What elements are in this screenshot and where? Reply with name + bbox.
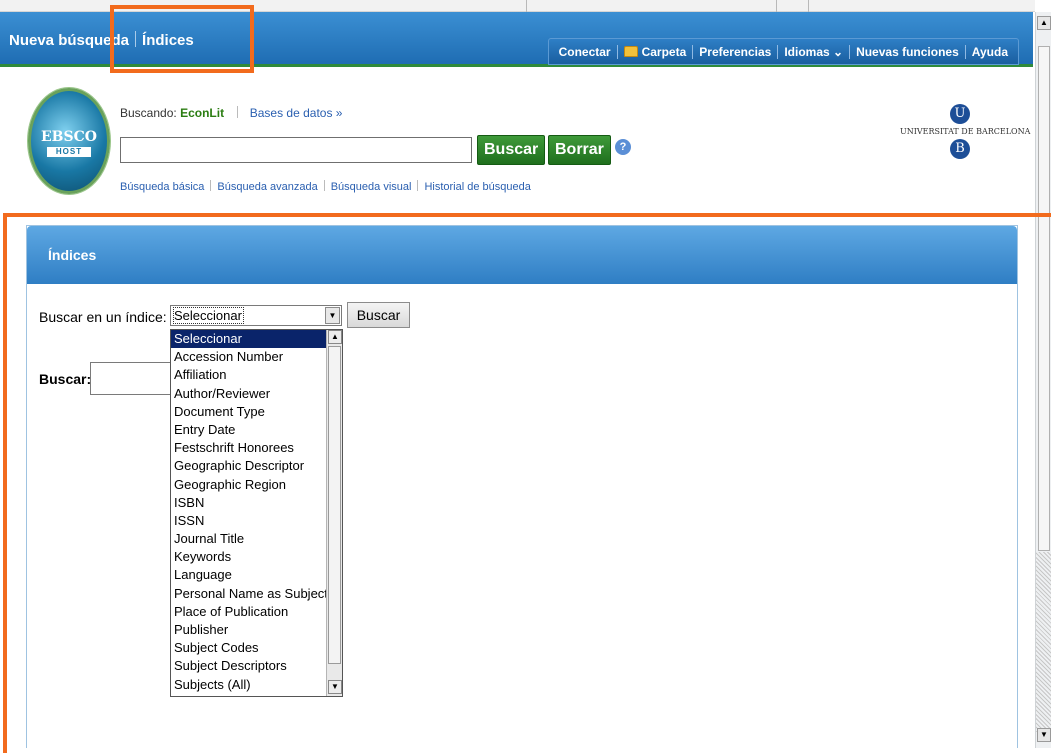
university-letter-top: U [950,104,970,124]
search-history-link[interactable]: Historial de búsqueda [424,181,530,193]
university-name: UNIVERSITAT DE BARCELONA [900,127,1031,136]
scroll-up-icon[interactable]: ▲ [1037,16,1051,30]
toolbar-languages[interactable]: Idiomas ⌄ [778,45,849,59]
searching-label: Buscando: [120,106,177,120]
logo-text-bottom: HOST [47,147,91,157]
highlight-box-panel [3,213,1051,753]
toolbar-folder-label: Carpeta [641,44,687,59]
database-name: EconLit [180,106,225,120]
basic-search-link[interactable]: Búsqueda básica [120,181,204,193]
folder-icon [623,46,638,57]
toolbar-help[interactable]: Ayuda [966,45,1014,59]
highlight-box-indices [110,5,254,73]
toolbar-connect[interactable]: Conectar [553,45,617,59]
help-icon[interactable]: ? [615,139,631,155]
toolbar-folder[interactable]: Carpeta [618,45,693,59]
university-logo: U UNIVERSITAT DE BARCELONA B [900,104,1031,159]
university-letter-bottom: B [950,139,970,159]
advanced-search-link[interactable]: Búsqueda avanzada [217,181,317,193]
main-search-input[interactable] [120,137,472,163]
searching-line: Buscando: EconLit Bases de datos » [120,106,342,120]
visual-search-link[interactable]: Búsqueda visual [331,181,412,193]
ebsco-host-logo[interactable]: EBSCO HOST [28,88,110,194]
search-mode-links: Búsqueda básica Búsqueda avanzada Búsqueda… [120,180,531,193]
toolbar-preferences[interactable]: Preferencias [693,45,777,59]
search-button[interactable]: Buscar [477,135,546,165]
databases-link[interactable]: Bases de datos » [250,106,343,120]
clear-button[interactable]: Borrar [548,135,611,165]
toolbar-new-features[interactable]: Nuevas funciones [850,45,965,59]
user-toolbar: Conectar Carpeta Preferencias Idiomas ⌄ … [547,38,1019,65]
logo-text-top: EBSCO [41,129,97,145]
